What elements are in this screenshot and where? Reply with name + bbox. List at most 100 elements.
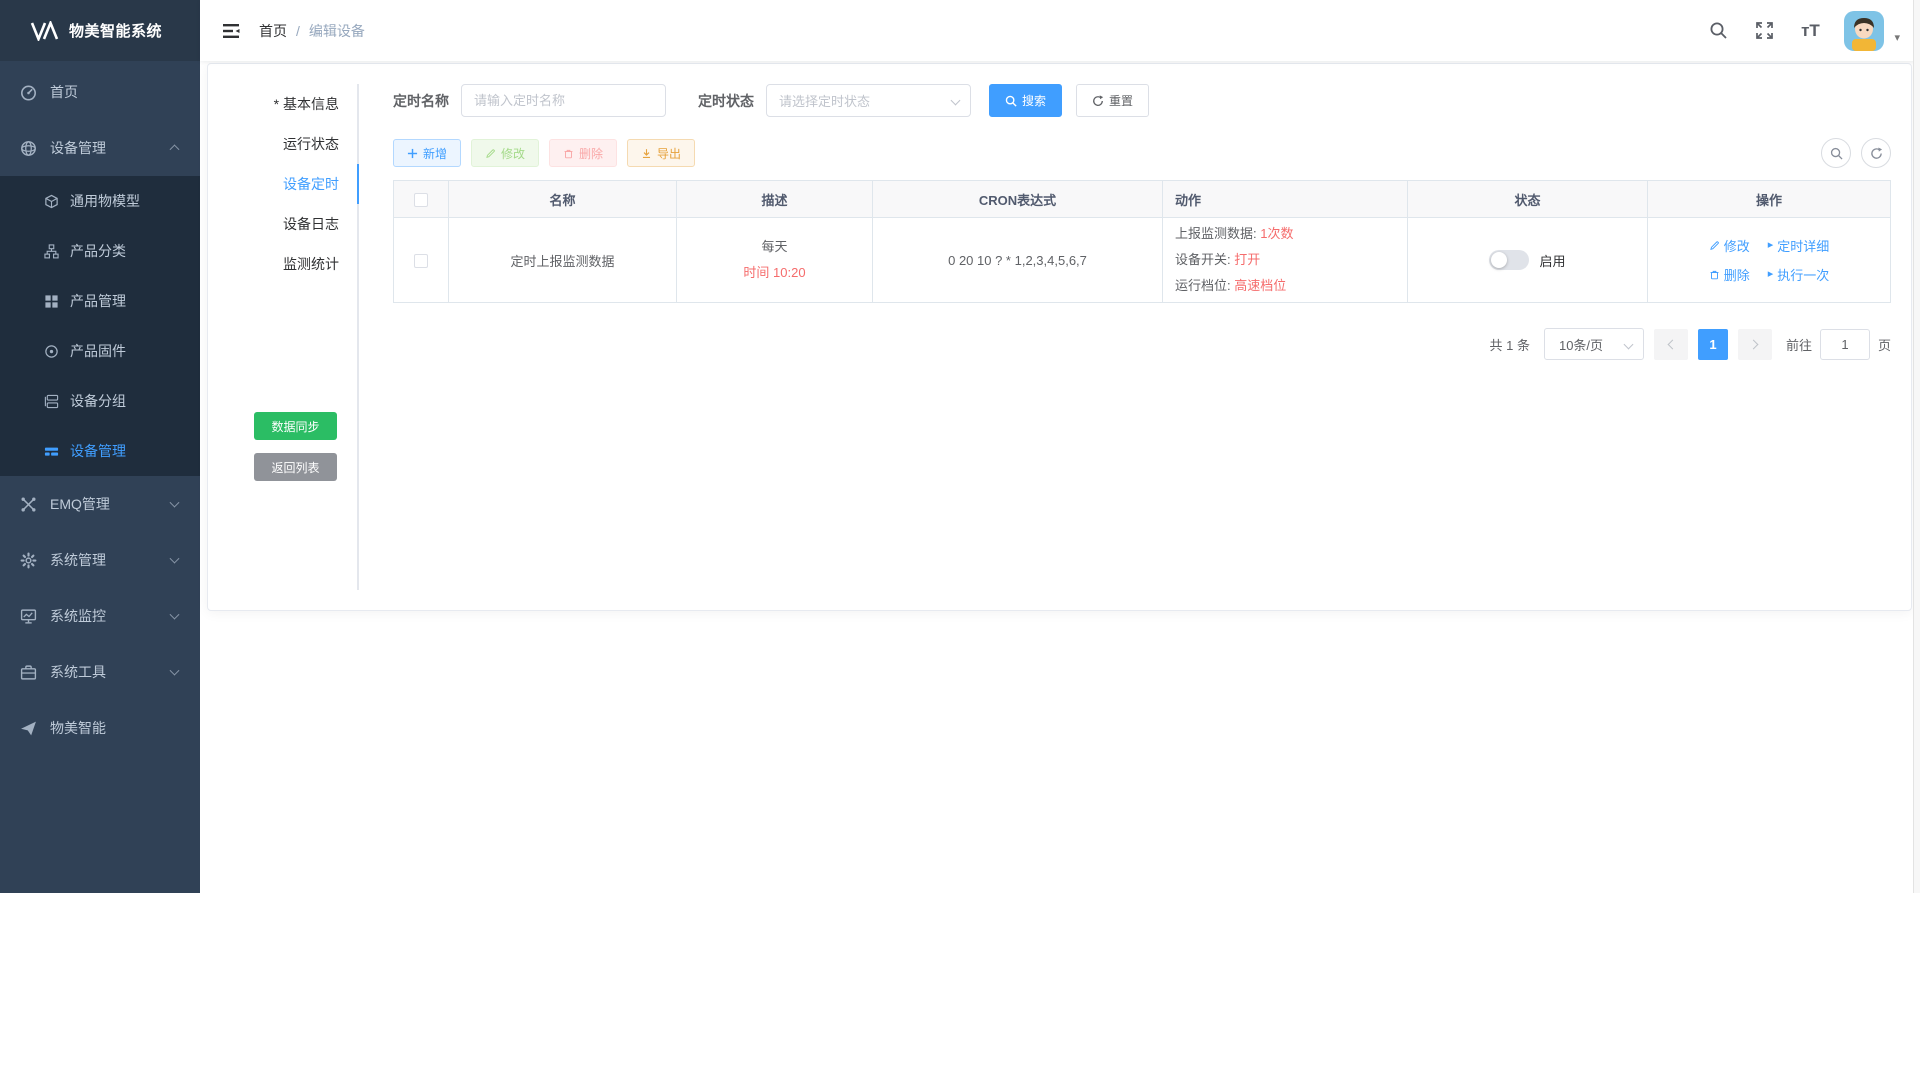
sidebar-item-wumei-smart[interactable]: 物美智能: [0, 700, 200, 756]
next-page-button[interactable]: [1738, 329, 1772, 360]
sidebar-item-product-category[interactable]: 产品分类: [0, 226, 200, 276]
breadcrumb-current: 编辑设备: [309, 21, 365, 41]
sidebar-item-emq-management[interactable]: EMQ管理: [0, 476, 200, 532]
row-delete-link[interactable]: 删除: [1709, 265, 1750, 284]
cell-status: 启用: [1408, 218, 1648, 303]
cell-name: 定时上报监测数据: [449, 218, 677, 303]
sidebar-item-device-management[interactable]: 设备管理: [0, 120, 200, 176]
avatar[interactable]: [1844, 11, 1884, 51]
col-description: 描述: [677, 181, 873, 218]
jump-prefix: 前往: [1786, 335, 1812, 354]
sidebar-item-label: 产品固件: [70, 341, 126, 361]
jump-page-input[interactable]: [1820, 329, 1870, 360]
timer-pane: 定时名称 定时状态 请选择定时状态: [359, 84, 1891, 590]
gear-icon: [20, 552, 37, 569]
device-tabs: * 基本信息 运行状态 设备定时 设备日志 监测统计 数据同步 返回列表: [228, 84, 359, 590]
timer-status-label: 定时状态: [698, 91, 754, 111]
col-status: 状态: [1408, 181, 1648, 218]
device-edit-card: * 基本信息 运行状态 设备定时 设备日志 监测统计 数据同步 返回列表 定时名…: [207, 63, 1912, 611]
sidebar: 物美智能系统 首页 设备管理: [0, 0, 200, 893]
data-sync-button[interactable]: 数据同步: [254, 412, 337, 440]
timer-name-input[interactable]: [461, 84, 666, 117]
tab-basic-info[interactable]: * 基本信息: [228, 84, 357, 124]
sidebar-item-device-list[interactable]: 设备管理: [0, 426, 200, 476]
sidebar-item-label: 设备管理: [70, 441, 126, 461]
breadcrumb: 首页 / 编辑设备: [259, 21, 365, 41]
filter-form: 定时名称 定时状态 请选择定时状态: [393, 84, 1891, 117]
row-edit-link[interactable]: 修改: [1709, 236, 1750, 255]
sidebar-item-label: 设备分组: [70, 391, 126, 411]
table-row: 定时上报监测数据 每天 时间 10:20 0 20 10 ? * 1,2,3,4…: [394, 218, 1891, 303]
edit-pen-icon: [485, 148, 496, 159]
row-timer-detail-link[interactable]: ▸ 定时详细: [1768, 236, 1830, 255]
drone-icon: [20, 496, 37, 513]
edit-button[interactable]: 修改: [471, 139, 539, 167]
sidebar-item-label: 物美智能: [50, 718, 106, 738]
toolbox-icon: [20, 664, 37, 681]
sidebar-item-label: 系统工具: [50, 662, 106, 682]
table-toolbar: 新增 修改: [393, 138, 1891, 168]
sidebar-item-thing-model[interactable]: 通用物模型: [0, 176, 200, 226]
monitor-icon: [20, 608, 37, 625]
col-operation: 操作: [1648, 181, 1891, 218]
chevron-up-icon: [170, 144, 180, 154]
status-toggle[interactable]: [1489, 250, 1529, 270]
breadcrumb-home-link[interactable]: 首页: [259, 21, 287, 41]
refresh-table-button[interactable]: [1861, 138, 1891, 168]
sidebar-item-product-firmware[interactable]: 产品固件: [0, 326, 200, 376]
sidebar-item-label: 首页: [50, 82, 78, 102]
dashboard-icon: [20, 84, 37, 101]
sidebar-item-product-management[interactable]: 产品管理: [0, 276, 200, 326]
export-button[interactable]: 导出: [627, 139, 695, 167]
sidebar-item-system-monitor[interactable]: 系统监控: [0, 588, 200, 644]
tab-device-timer[interactable]: 设备定时: [228, 164, 357, 204]
sidebar-item-system-tools[interactable]: 系统工具: [0, 644, 200, 700]
trash-icon: [563, 148, 574, 159]
navbar-right-tools: тT ▾: [1700, 11, 1900, 51]
tab-running-status[interactable]: 运行状态: [228, 124, 357, 164]
cell-action: 上报监测数据: 1次数 设备开关: 打开 运行档位:: [1163, 218, 1408, 303]
reset-button[interactable]: 重置: [1076, 84, 1149, 117]
logo[interactable]: 物美智能系统: [0, 0, 200, 61]
sidebar-item-label: EMQ管理: [50, 494, 110, 514]
cell-cron: 0 20 10 ? * 1,2,3,4,5,6,7: [873, 218, 1163, 303]
sidebar-item-home[interactable]: 首页: [0, 64, 200, 120]
caret-right-icon: ▸: [1768, 240, 1774, 251]
header-search-icon[interactable]: [1700, 13, 1736, 49]
caret-down-icon[interactable]: ▾: [1894, 31, 1900, 44]
row-run-once-link[interactable]: ▸ 执行一次: [1768, 265, 1830, 284]
toggle-search-button[interactable]: [1821, 138, 1851, 168]
add-button[interactable]: 新增: [393, 139, 461, 167]
select-all-checkbox[interactable]: [414, 193, 428, 207]
delete-button[interactable]: 删除: [549, 139, 617, 167]
search-icon: [1005, 95, 1017, 107]
font-size-icon[interactable]: тT: [1792, 13, 1828, 49]
top-navbar: 首页 / 编辑设备: [200, 0, 1920, 61]
table-tools-right: [1821, 138, 1891, 168]
device-management-submenu: 通用物模型 产品分类: [0, 176, 200, 476]
table-header-row: 名称 描述 CRON表达式 动作 状态 操作: [394, 181, 1891, 218]
sidebar-item-device-group[interactable]: 设备分组: [0, 376, 200, 426]
sidebar-fold-icon[interactable]: [220, 20, 242, 42]
browser-scrollbar[interactable]: [1913, 0, 1920, 893]
tab-device-log[interactable]: 设备日志: [228, 204, 357, 244]
timer-table: 名称 描述 CRON表达式 动作 状态 操作: [393, 180, 1891, 303]
firmware-icon: [44, 344, 59, 359]
back-to-list-button[interactable]: 返回列表: [254, 453, 337, 481]
page-size-select[interactable]: 10条/页: [1544, 328, 1644, 360]
cube-icon: [44, 194, 59, 209]
desc-time: 时间 10:20: [677, 263, 872, 283]
status-text: 启用: [1539, 251, 1565, 270]
page-jumper: 前往 页: [1786, 329, 1891, 360]
tab-monitor-stats[interactable]: 监测统计: [228, 244, 357, 284]
prev-page-button[interactable]: [1654, 329, 1688, 360]
row-checkbox[interactable]: [414, 254, 428, 268]
page-number-1[interactable]: 1: [1698, 329, 1728, 360]
sidebar-menu: 首页 设备管理: [0, 61, 200, 756]
pagination: 共 1 条 10条/页 1 前往 页: [393, 328, 1891, 360]
category-tree-icon: [44, 244, 59, 259]
sidebar-item-system-management[interactable]: 系统管理: [0, 532, 200, 588]
timer-status-select[interactable]: 请选择定时状态: [766, 84, 971, 117]
fullscreen-icon[interactable]: [1746, 13, 1782, 49]
search-button[interactable]: 搜索: [989, 84, 1062, 117]
